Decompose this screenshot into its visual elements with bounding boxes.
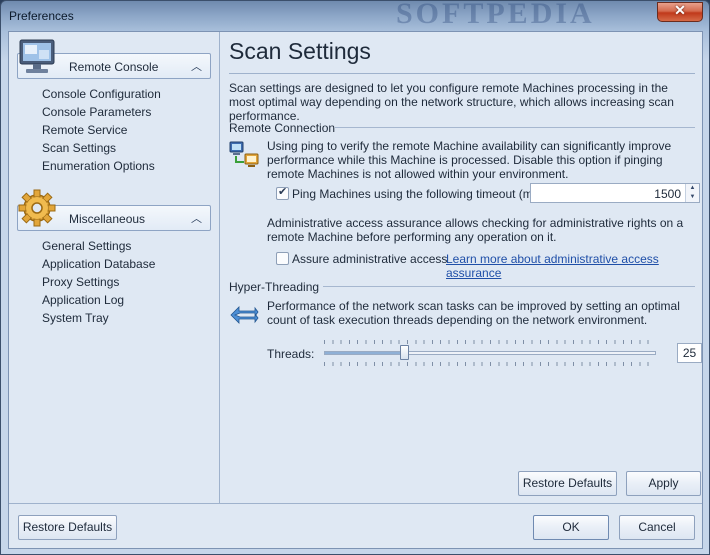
- threads-label: Threads:: [267, 347, 315, 361]
- footer-divider: [9, 503, 702, 504]
- assure-admin-access-checkbox[interactable]: [276, 252, 289, 265]
- threads-description: Performance of the network scan tasks ca…: [267, 299, 680, 327]
- ping-machines-checkbox[interactable]: [276, 185, 289, 200]
- assure-admin-access-label: Assure administrative access: [292, 252, 448, 266]
- sidebar-item-console-configuration[interactable]: Console Configuration: [42, 87, 161, 101]
- threads-value-box[interactable]: 25: [677, 343, 702, 363]
- close-icon: ✕: [674, 2, 686, 18]
- title-divider: [229, 73, 695, 74]
- gear-icon: [18, 189, 56, 227]
- timeout-spinner[interactable]: 1500 ▲ ▼: [530, 183, 700, 203]
- network-computers-icon: [229, 141, 259, 167]
- preferences-window: Preferences SOFTPEDIA ✕ Remote Console ︿…: [0, 0, 710, 555]
- sidebar-item-console-parameters[interactable]: Console Parameters: [42, 105, 151, 119]
- timeout-value[interactable]: 1500: [654, 187, 681, 201]
- admin-access-description: Administrative access assurance allows c…: [267, 216, 684, 244]
- sidebar-item-proxy-settings[interactable]: Proxy Settings: [42, 275, 119, 289]
- sidebar-item-remote-service[interactable]: Remote Service: [42, 123, 127, 137]
- spin-down-icon[interactable]: ▼: [686, 193, 699, 202]
- group-title: Miscellaneous: [69, 212, 146, 226]
- group-title: Remote Console: [69, 60, 159, 74]
- threads-slider-track[interactable]: [324, 351, 656, 355]
- panel-restore-defaults-button[interactable]: Restore Defaults: [518, 471, 617, 496]
- section-divider: [323, 286, 695, 287]
- chevron-up-icon[interactable]: ︿: [191, 58, 202, 74]
- page-title: Scan Settings: [229, 38, 371, 64]
- sidebar-item-application-log[interactable]: Application Log: [42, 293, 124, 307]
- threads-slider-fill: [325, 352, 405, 354]
- section-heading-remote-connection: Remote Connection: [229, 121, 336, 135]
- sidebar: Remote Console ︿ Console Configuration C…: [9, 32, 220, 503]
- spin-up-icon[interactable]: ▲: [686, 184, 699, 193]
- sidebar-item-scan-settings[interactable]: Scan Settings: [42, 141, 116, 155]
- apply-button[interactable]: Apply: [626, 471, 701, 496]
- ok-button[interactable]: OK: [533, 515, 609, 540]
- watermark: SOFTPEDIA: [396, 0, 595, 30]
- learn-more-admin-link[interactable]: Learn more about administrative access a…: [446, 252, 702, 280]
- slider-ticks-bottom: [324, 362, 656, 366]
- window-title: Preferences: [9, 9, 74, 23]
- monitor-icon: [19, 39, 55, 73]
- sidebar-item-enumeration-options[interactable]: Enumeration Options: [42, 159, 155, 173]
- main-panel: Scan Settings Scan settings are designed…: [221, 32, 702, 503]
- page-description: Scan settings are designed to let you co…: [229, 81, 674, 123]
- spinner-buttons: ▲ ▼: [685, 184, 699, 202]
- ping-machines-label: Ping Machines using the following timeou…: [292, 187, 550, 201]
- cancel-button[interactable]: Cancel: [619, 515, 695, 540]
- section-heading-hyper-threading: Hyper-Threading: [229, 280, 320, 294]
- section-divider: [335, 127, 695, 128]
- threads-arrows-icon: [230, 306, 259, 324]
- sidebar-item-application-database[interactable]: Application Database: [42, 257, 155, 271]
- sidebar-item-system-tray[interactable]: System Tray: [42, 311, 109, 325]
- chevron-up-icon[interactable]: ︿: [191, 210, 202, 226]
- title-bar: Preferences SOFTPEDIA ✕: [1, 0, 709, 31]
- slider-ticks-top: [324, 340, 656, 344]
- ping-description: Using ping to verify the remote Machine …: [267, 139, 672, 181]
- threads-slider-thumb[interactable]: [399, 345, 409, 360]
- sidebar-item-general-settings[interactable]: General Settings: [42, 239, 131, 253]
- close-button[interactable]: ✕: [657, 2, 703, 22]
- footer-restore-defaults-button[interactable]: Restore Defaults: [18, 515, 117, 540]
- dialog-client-area: Remote Console ︿ Console Configuration C…: [8, 31, 703, 549]
